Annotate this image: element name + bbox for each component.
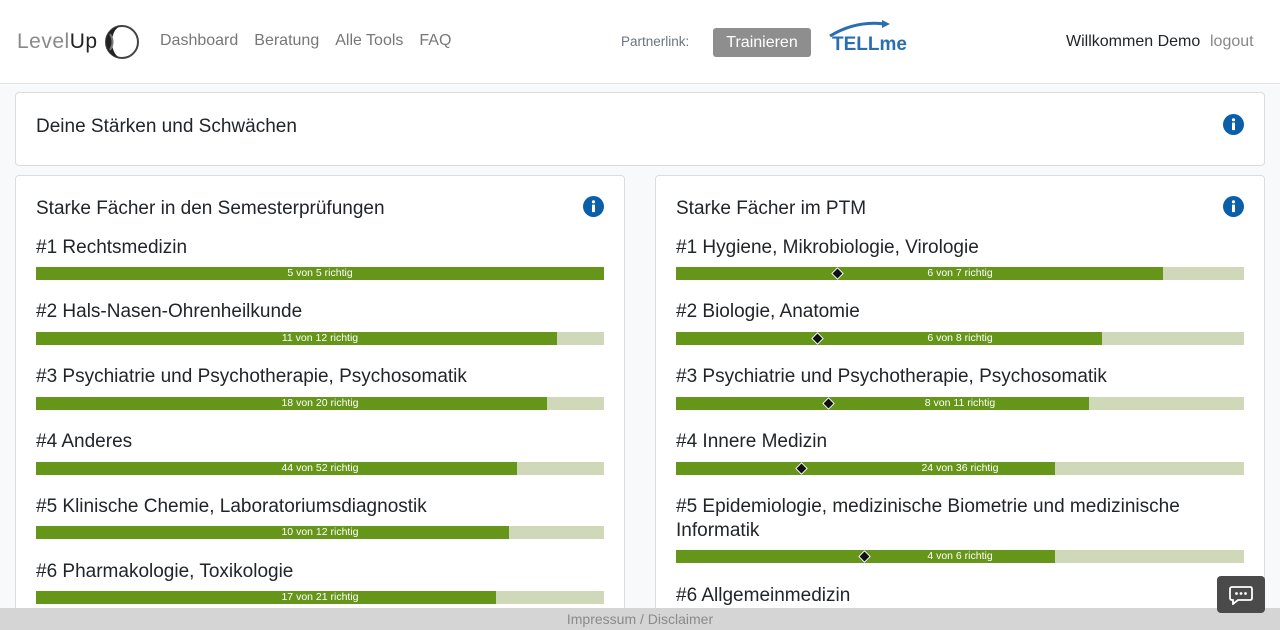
progress-bar: 8 von 11 richtig (676, 397, 1244, 410)
progress-bar: 6 von 8 richtig (676, 332, 1244, 345)
ptm-strengths-card: Starke Fächer im PTM #1 Hygiene, Mikrobi… (655, 175, 1265, 630)
progress-bar: 5 von 5 richtig (36, 267, 604, 280)
info-icon[interactable] (1223, 196, 1244, 217)
progress-bar: 17 von 21 richtig (36, 591, 604, 604)
info-icon[interactable] (583, 196, 604, 217)
progress-bar: 18 von 20 richtig (36, 397, 604, 410)
progress-bar: 4 von 6 richtig (676, 550, 1244, 563)
progress-label: 24 von 36 richtig (921, 462, 999, 474)
card-title-semester: Starke Fächer in den Semesterprüfungen (36, 198, 385, 219)
nav-link-faq[interactable]: FAQ (419, 32, 451, 50)
progress-bar: 10 von 12 richtig (36, 526, 604, 539)
progress-label: 10 von 12 richtig (281, 526, 359, 538)
progress-label: 17 von 21 richtig (281, 591, 359, 603)
subject-title: #2 Hals-Nasen-Ohrenheilkunde (36, 301, 303, 322)
progress-bar: 6 von 7 richtig (676, 267, 1244, 280)
subject-title: #1 Rechtsmedizin (36, 237, 188, 258)
progress-label: 6 von 8 richtig (927, 332, 993, 344)
subject-title: #4 Anderes (36, 431, 133, 452)
top-navbar: LevelUp Dashboard Beratung Alle Tools FA… (0, 0, 1280, 84)
progress-label: 8 von 11 richtig (924, 397, 996, 409)
main-nav: Dashboard Beratung Alle Tools FAQ (160, 32, 467, 50)
welcome-text: Willkommen Demo (1066, 33, 1201, 50)
info-icon[interactable] (1223, 114, 1244, 135)
brand-logo[interactable]: LevelUp (17, 24, 143, 60)
chat-button[interactable] (1217, 576, 1265, 613)
impressum-link[interactable]: Impressum / Disclaimer (567, 611, 713, 627)
progress-label: 44 von 52 richtig (281, 462, 359, 474)
progress-label: 18 von 20 richtig (281, 397, 359, 409)
page-title: Deine Stärken und Schwächen (36, 116, 297, 137)
brand-name: LevelUp (17, 30, 98, 53)
subject-title: #4 Innere Medizin (676, 431, 828, 452)
nav-link-dashboard[interactable]: Dashboard (160, 32, 238, 50)
subject-title: #5 Epidemiologie, medizinische Biometrie… (676, 496, 1180, 541)
nav-link-beratung[interactable]: Beratung (254, 32, 319, 50)
progress-label: 11 von 12 richtig (281, 332, 359, 344)
progress-label: 5 von 5 richtig (287, 267, 353, 279)
logout-link[interactable]: logout (1210, 33, 1254, 51)
progress-bar: 24 von 36 richtig (676, 462, 1244, 475)
subject-title: #1 Hygiene, Mikrobiologie, Virologie (676, 237, 979, 258)
semester-strengths-card: Starke Fächer in den Semesterprüfungen #… (15, 175, 625, 630)
nav-link-alle-tools[interactable]: Alle Tools (335, 32, 403, 50)
train-button[interactable]: Trainieren (713, 28, 811, 57)
subject-title: #2 Biologie, Anatomie (676, 301, 860, 322)
brand-logo-icon (104, 25, 139, 59)
subject-title: #5 Klinische Chemie, Laboratoriumsdiagno… (36, 496, 427, 517)
svg-text:TELLme: TELLme (832, 34, 907, 55)
subject-title: #6 Allgemeinmedizin (676, 585, 851, 606)
subject-title: #6 Pharmakologie, Toxikologie (36, 561, 294, 582)
progress-bar: 44 von 52 richtig (36, 462, 604, 475)
partner-label: Partnerlink: (621, 34, 690, 49)
progress-label: 4 von 6 richtig (927, 550, 993, 562)
chat-icon (1229, 585, 1253, 605)
tellme-logo[interactable]: TELLme (826, 18, 910, 58)
strengths-header-card: Deine Stärken und Schwächen (15, 92, 1265, 166)
subject-title: #3 Psychiatrie und Psychotherapie, Psych… (36, 366, 467, 387)
progress-label: 6 von 7 richtig (927, 267, 993, 279)
footer-bar: Impressum / Disclaimer (0, 608, 1280, 630)
subject-title: #3 Psychiatrie und Psychotherapie, Psych… (676, 366, 1107, 387)
progress-bar: 11 von 12 richtig (36, 332, 604, 345)
card-title-ptm: Starke Fächer im PTM (676, 198, 867, 219)
